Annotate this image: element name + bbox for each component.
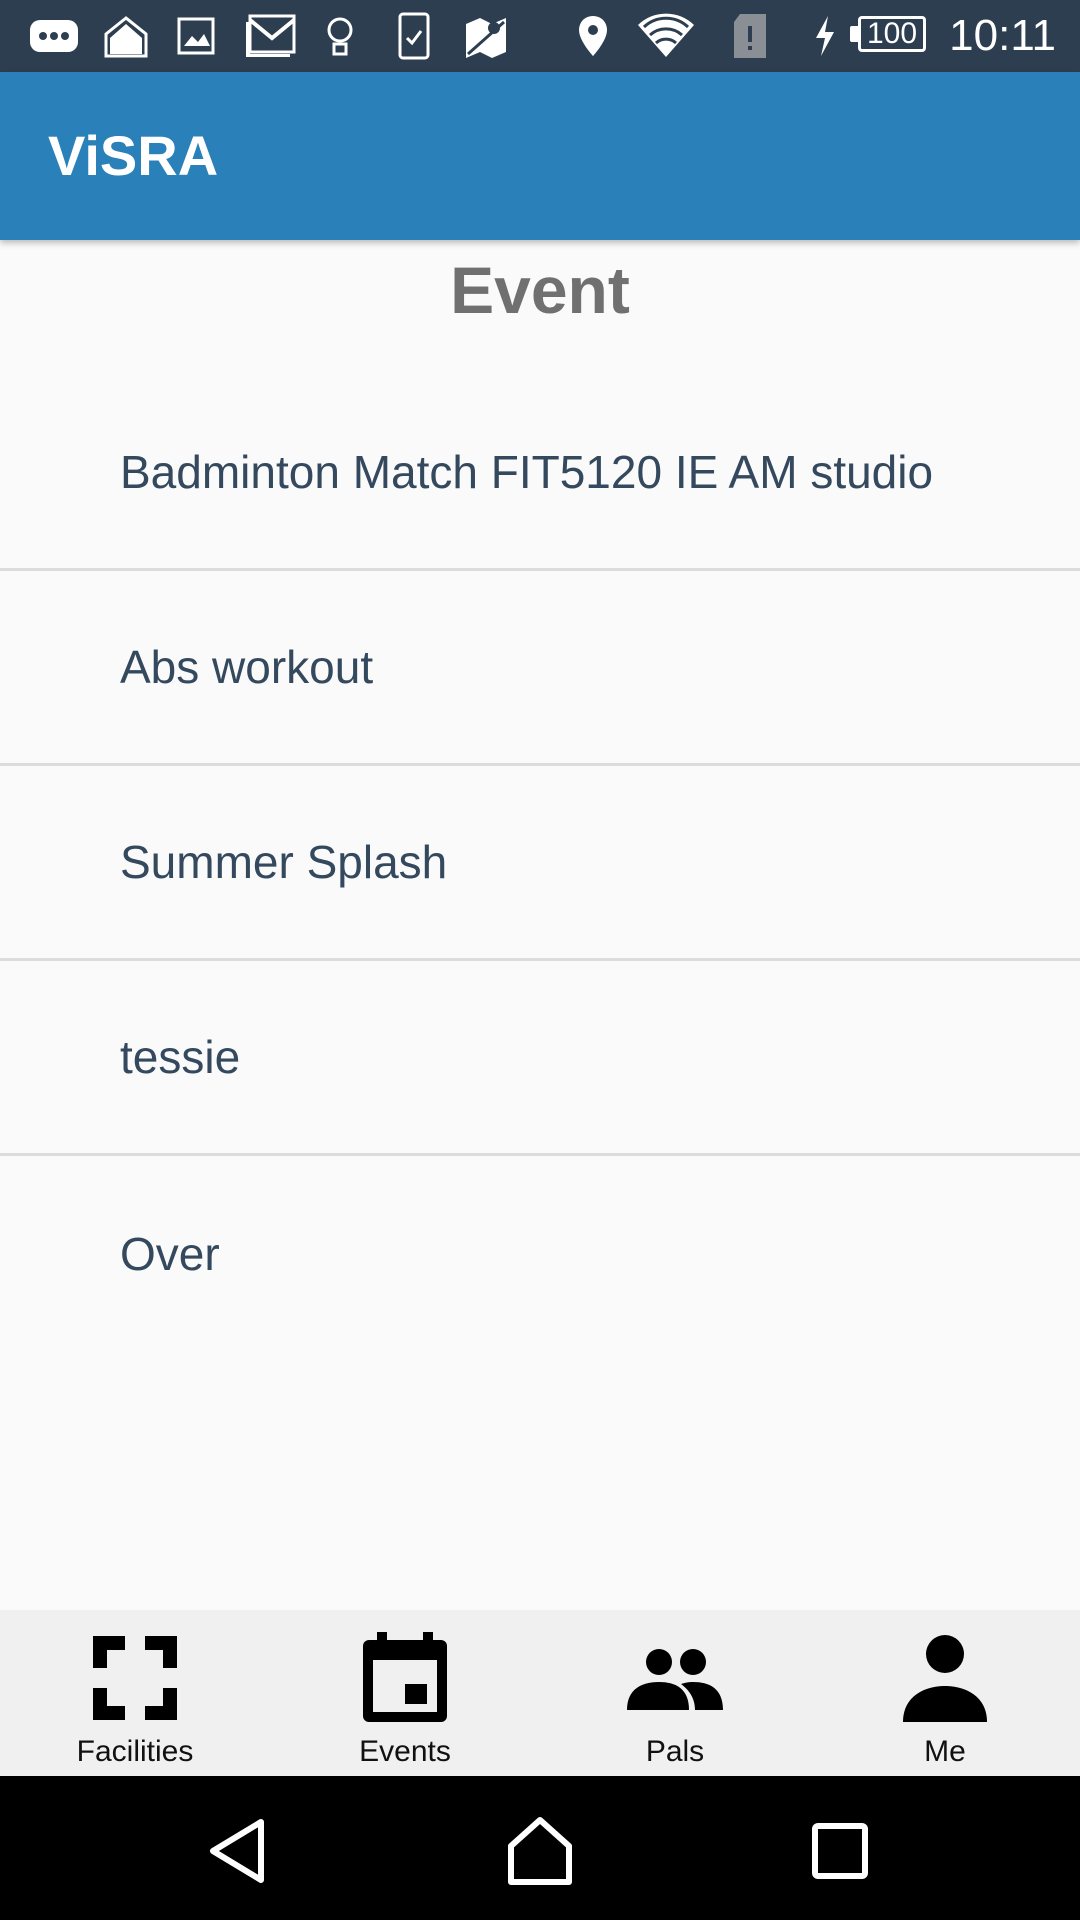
event-item[interactable]: Summer Splash	[0, 766, 1080, 961]
tab-facilities[interactable]: Facilities	[0, 1610, 270, 1776]
calendar-icon	[361, 1628, 449, 1728]
person-icon	[901, 1628, 989, 1728]
event-label: Abs workout	[120, 641, 374, 693]
charging-icon	[812, 14, 838, 58]
image-icon	[176, 14, 216, 58]
tab-me[interactable]: Me	[810, 1610, 1080, 1776]
battery-level: 100	[858, 16, 926, 52]
messages-icon	[28, 14, 80, 58]
wifi-icon	[636, 13, 696, 58]
tab-label: Pals	[645, 1735, 705, 1768]
fullscreen-icon	[91, 1628, 179, 1728]
app-bar: ViSRA	[0, 72, 1080, 240]
battery-nub	[850, 26, 858, 42]
event-label: Summer Splash	[120, 836, 448, 888]
system-nav-bar	[0, 1776, 1080, 1920]
tab-events[interactable]: Events	[270, 1610, 540, 1776]
event-label: Badminton Match FIT5120 IE AM studio	[120, 446, 934, 498]
event-item[interactable]: Abs workout	[0, 571, 1080, 766]
bottom-tab-bar: Facilities Events Pals Me	[0, 1610, 1080, 1776]
event-item[interactable]: tessie	[0, 961, 1080, 1156]
event-item[interactable]: Over	[0, 1156, 1080, 1351]
status-time: 10:11	[949, 11, 1056, 60]
lightbulb-icon	[324, 14, 356, 58]
tab-label: Facilities	[76, 1735, 194, 1768]
event-label: Over	[120, 1227, 220, 1280]
event-item[interactable]: Badminton Match FIT5120 IE AM studio	[0, 376, 1080, 571]
event-label: tessie	[120, 1031, 241, 1083]
tab-label: Me	[924, 1735, 966, 1768]
tab-pals[interactable]: Pals	[540, 1610, 810, 1776]
tab-label: Events	[359, 1735, 451, 1768]
page-title: Event	[450, 253, 630, 327]
back-icon[interactable]	[205, 1816, 275, 1886]
status-bar: 100 10:11	[0, 0, 1080, 72]
maps-icon	[464, 14, 508, 58]
app-title: ViSRA	[48, 124, 219, 187]
photos-icon	[102, 14, 150, 58]
location-icon	[576, 14, 610, 58]
home-icon[interactable]	[505, 1816, 575, 1886]
gmail-icon	[244, 14, 296, 58]
people-icon	[625, 1628, 725, 1728]
recents-icon[interactable]	[805, 1816, 875, 1886]
clipboard-icon	[398, 12, 430, 60]
sim-alert-icon	[730, 14, 770, 58]
event-list: Badminton Match FIT5120 IE AM studio Abs…	[0, 376, 1080, 1351]
